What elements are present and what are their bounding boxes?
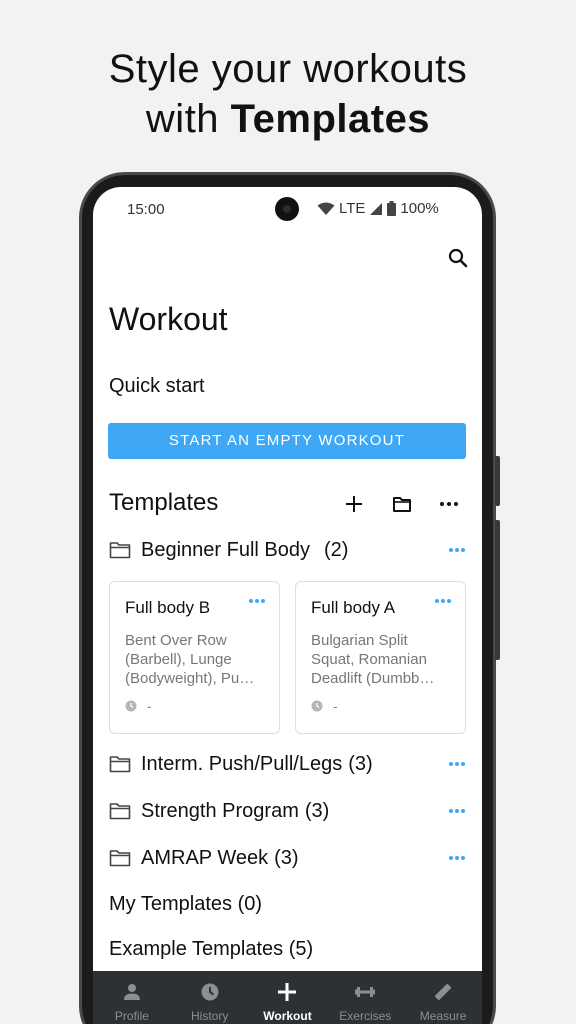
example-templates-heading[interactable]: Example Templates (5): [109, 938, 313, 961]
folder-count: (3): [274, 846, 299, 869]
phone-side-button: [495, 456, 500, 506]
dumbbell-icon: [355, 987, 376, 997]
add-template-icon[interactable]: [343, 493, 365, 515]
template-card[interactable]: Full body B Bent Over Row (Barbell), Lun…: [109, 581, 280, 734]
signal-icon: [370, 202, 383, 215]
headline-line-2-prefix: with: [145, 97, 231, 141]
my-templates-heading[interactable]: My Templates (0): [109, 893, 262, 916]
folder-row[interactable]: AMRAP Week (3): [109, 844, 469, 872]
ruler-icon: [435, 983, 452, 1001]
headline-line-2-bold: Templates: [230, 97, 431, 141]
folder-row[interactable]: Beginner Full Body (2): [109, 536, 469, 564]
template-card-footer: -: [125, 698, 152, 714]
nav-label: Measure: [419, 1009, 467, 1023]
nav-label: Exercises: [339, 1009, 392, 1023]
template-card-duration: -: [147, 698, 152, 714]
template-card-more-icon[interactable]: [433, 594, 453, 608]
folder-icon: [109, 803, 131, 820]
plus-icon: [278, 983, 297, 1001]
template-card-exercises: Bent Over Row (Barbell), Lunge (Bodyweig…: [125, 632, 255, 687]
bottom-navigation: Profile History Workout Exercises Measur…: [93, 971, 482, 1024]
start-empty-workout-button[interactable]: START AN EMPTY WORKOUT: [108, 423, 466, 459]
phone-side-button: [495, 520, 500, 660]
status-icons: LTE 100%: [317, 200, 439, 217]
folder-more-icon[interactable]: [447, 848, 467, 868]
clock-icon: [201, 983, 219, 1001]
folder-more-icon[interactable]: [447, 801, 467, 821]
person-icon: [123, 984, 140, 1000]
nav-item-history[interactable]: History: [171, 971, 249, 1024]
template-card-name: Full body B: [125, 598, 211, 617]
folder-row[interactable]: Strength Program (3): [109, 797, 469, 825]
nav-item-workout[interactable]: Workout: [249, 971, 327, 1024]
folder-name: Interm. Push/Pull/Legs: [141, 752, 343, 775]
nav-item-measure[interactable]: Measure: [404, 971, 482, 1024]
folder-count: (2): [323, 538, 349, 561]
folder-count: (3): [348, 752, 373, 775]
folder-more-icon[interactable]: [447, 754, 467, 774]
quick-start-label: Quick start: [109, 375, 205, 397]
folder-icon: [109, 756, 131, 773]
marketing-headline: Style your workouts with Templates: [0, 44, 576, 144]
template-card-more-icon[interactable]: [247, 594, 267, 608]
template-card-footer: -: [311, 698, 338, 714]
template-card-exercises: Bulgarian Split Squat, Romanian Deadlift…: [311, 632, 435, 687]
nav-label: Profile: [114, 1009, 149, 1023]
folder-name: AMRAP Week: [141, 846, 269, 869]
page-title: Workout: [109, 301, 228, 337]
status-time: 15:00: [127, 201, 165, 218]
clock-icon: [125, 700, 137, 712]
nav-item-exercises[interactable]: Exercises: [326, 971, 404, 1024]
template-card[interactable]: Full body A Bulgarian Split Squat, Roman…: [295, 581, 466, 734]
nav-label: Workout: [263, 1009, 312, 1023]
templates-more-icon[interactable]: [438, 493, 460, 515]
status-bar: 15:00 LTE 100%: [93, 187, 482, 233]
battery-label: 100%: [400, 200, 439, 217]
nav-item-profile[interactable]: Profile: [93, 971, 171, 1024]
folder-name: Strength Program: [141, 799, 299, 822]
templates-heading: Templates: [109, 489, 219, 516]
wifi-icon: [317, 202, 335, 215]
folder-row[interactable]: Interm. Push/Pull/Legs (3): [109, 750, 469, 778]
headline-line-1: Style your workouts: [108, 47, 468, 91]
network-label: LTE: [339, 200, 366, 217]
clock-icon: [311, 700, 323, 712]
camera-cutout: [275, 197, 299, 221]
folder-more-icon[interactable]: [447, 540, 467, 560]
nav-label: History: [191, 1009, 229, 1023]
folder-icon: [109, 542, 131, 559]
battery-icon: [387, 201, 397, 216]
folder-name: Beginner Full Body: [141, 538, 310, 561]
folder-icon: [109, 850, 131, 867]
template-card-name: Full body A: [311, 598, 396, 617]
phone-screen: 15:00 LTE 100% Workout Quick start START…: [93, 187, 482, 1024]
new-folder-icon[interactable]: [391, 493, 413, 515]
folder-count: (3): [304, 799, 330, 822]
template-card-duration: -: [333, 698, 338, 714]
search-icon[interactable]: [447, 247, 469, 269]
